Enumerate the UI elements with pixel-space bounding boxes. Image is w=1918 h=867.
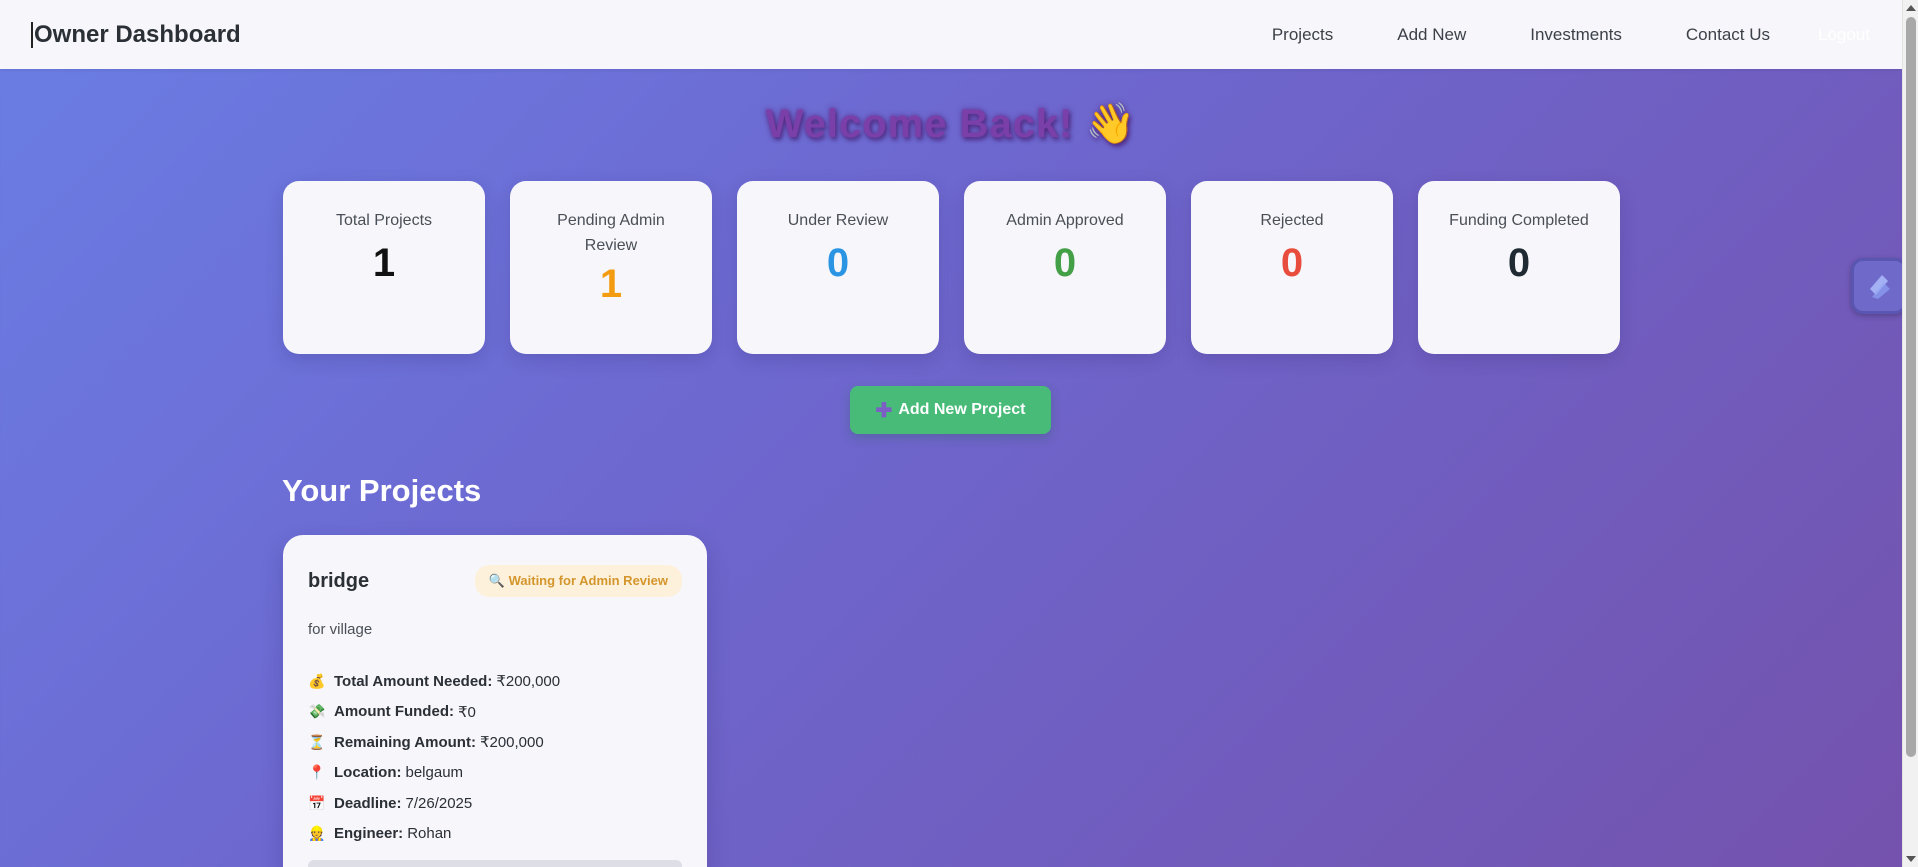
stat-card-under-review: Under Review 0 — [737, 181, 939, 354]
detail-label: Location: — [334, 764, 402, 782]
stat-label: Pending Admin Review — [557, 212, 665, 254]
stat-card-funding-completed: Funding Completed 0 — [1418, 181, 1620, 354]
stat-card-admin-approved: Admin Approved 0 — [964, 181, 1166, 354]
nav-link-contact-us[interactable]: Contact Us — [1686, 25, 1770, 45]
project-card[interactable]: bridge 🔍 Waiting for Admin Review for vi… — [283, 535, 707, 867]
brand-title[interactable]: Owner Dashboard — [31, 21, 241, 48]
nav-link-add-new[interactable]: Add New — [1397, 25, 1466, 45]
detail-label: Total Amount Needed: — [334, 672, 493, 690]
stat-label: Rejected — [1260, 212, 1324, 229]
detail-value: 7/26/2025 — [405, 794, 473, 812]
your-projects-heading: Your Projects — [282, 473, 482, 508]
money-wings-icon: 💸 — [308, 703, 326, 720]
welcome-heading: Welcome Back! 👋 — [765, 102, 1137, 146]
add-new-project-label: Add New Project — [898, 401, 1026, 418]
status-badge: 🔍 Waiting for Admin Review — [474, 565, 682, 597]
lightning-icon — [1870, 275, 1890, 299]
nav-link-projects[interactable]: Projects — [1272, 25, 1333, 45]
detail-value: ₹200,000 — [479, 734, 544, 752]
stat-card-rejected: Rejected 0 — [1191, 181, 1393, 354]
stat-value: 0 — [1507, 241, 1531, 285]
scroll-up-arrow-icon[interactable] — [1906, 5, 1916, 11]
stat-value: 1 — [599, 262, 623, 306]
nav-links: Projects Add New Investments Contact Us … — [1208, 25, 1902, 45]
hourglass-icon: ⏳ — [308, 733, 326, 750]
scrollbar-thumb[interactable] — [1906, 17, 1916, 757]
stat-value: 0 — [1053, 241, 1077, 285]
project-details: 💰 Total Amount Needed: ₹200,000 💸 Amount… — [308, 666, 682, 849]
stats-row: Total Projects 1 Pending Admin Review 1 … — [283, 181, 1620, 354]
top-navbar: Owner Dashboard Projects Add New Investm… — [0, 0, 1902, 69]
detail-engineer: 👷 Engineer: Rohan — [308, 819, 682, 850]
stat-card-total-projects: Total Projects 1 — [283, 181, 485, 354]
stat-value: 1 — [372, 241, 396, 285]
vertical-scrollbar[interactable] — [1902, 0, 1918, 867]
project-card-header: bridge 🔍 Waiting for Admin Review — [308, 565, 682, 597]
funding-progress-bar — [308, 860, 682, 867]
detail-label: Amount Funded: — [334, 703, 454, 721]
detail-amount-funded: 💸 Amount Funded: ₹0 — [308, 697, 682, 728]
detail-deadline: 📅 Deadline: 7/26/2025 — [308, 788, 682, 819]
stat-value: 0 — [826, 241, 850, 285]
stat-label: Under Review — [787, 212, 889, 229]
add-new-project-button[interactable]: ✚ Add New Project — [850, 386, 1051, 434]
detail-remaining-amount: ⏳ Remaining Amount: ₹200,000 — [308, 727, 682, 758]
extension-widget-button[interactable] — [1851, 258, 1907, 314]
stat-card-pending-admin-review: Pending Admin Review 1 — [510, 181, 712, 354]
plus-icon: ✚ — [875, 399, 893, 422]
pin-icon: 📍 — [308, 764, 326, 781]
detail-value: Rohan — [407, 825, 452, 843]
detail-label: Deadline: — [334, 794, 402, 812]
logout-link[interactable]: Logout — [1818, 25, 1870, 45]
engineer-icon: 👷 — [308, 825, 326, 842]
detail-location: 📍 Location: belgaum — [308, 758, 682, 789]
stat-label: Total Projects — [335, 212, 433, 229]
calendar-icon: 📅 — [308, 794, 326, 811]
stat-label: Admin Approved — [1006, 212, 1124, 229]
scroll-down-arrow-icon[interactable] — [1906, 856, 1916, 862]
detail-value: ₹200,000 — [496, 673, 561, 691]
detail-total-amount: 💰 Total Amount Needed: ₹200,000 — [308, 666, 682, 697]
detail-value: ₹0 — [457, 703, 476, 721]
stat-value: 0 — [1280, 241, 1304, 285]
detail-label: Engineer: — [334, 825, 404, 843]
detail-label: Remaining Amount: — [334, 733, 476, 751]
money-bag-icon: 💰 — [308, 672, 326, 689]
project-title: bridge — [308, 569, 370, 592]
detail-value: belgaum — [405, 764, 464, 782]
stat-label: Funding Completed — [1449, 212, 1589, 229]
nav-link-investments[interactable]: Investments — [1530, 25, 1622, 45]
project-description: for village — [308, 621, 373, 638]
